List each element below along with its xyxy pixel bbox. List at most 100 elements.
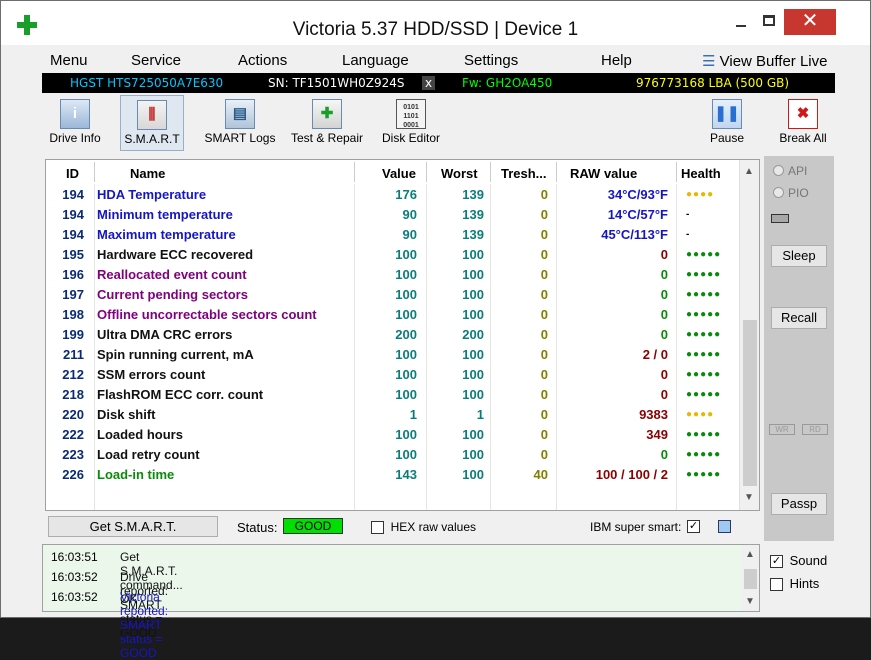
col-raw[interactable]: RAW value bbox=[570, 166, 637, 181]
minimize-button[interactable] bbox=[727, 9, 755, 35]
col-value[interactable]: Value bbox=[382, 166, 416, 181]
recall-button[interactable]: Recall bbox=[771, 307, 827, 329]
minimize-icon bbox=[736, 25, 746, 27]
hex-raw-option[interactable]: HEX raw values bbox=[371, 519, 476, 535]
table-scrollbar[interactable]: ▲ ▼ bbox=[739, 160, 759, 510]
attr-id: 199 bbox=[62, 327, 84, 342]
scroll-down-icon[interactable]: ▼ bbox=[744, 492, 754, 503]
view-buffer-button[interactable]: ☰ View Buffer Live bbox=[702, 52, 827, 70]
attr-worst: 100 bbox=[462, 427, 484, 442]
attr-threshold: 0 bbox=[540, 367, 548, 382]
attr-worst: 139 bbox=[462, 187, 484, 202]
table-row[interactable]: 197 Current pending sectors 100 100 0 0 ●●●●● bbox=[46, 284, 739, 304]
table-row[interactable]: 198 Offline uncorrectable sectors count 10… bbox=[46, 304, 739, 324]
table-row[interactable]: 199 Ultra DMA CRC errors 200 200 0 0 ●●●●● bbox=[46, 324, 739, 344]
smart-button[interactable]: ⫼ S.M.A.R.T bbox=[120, 95, 184, 151]
api-radio[interactable]: API bbox=[773, 164, 807, 178]
sound-option[interactable]: ✓ Sound bbox=[770, 553, 827, 569]
passp-button[interactable]: Passp bbox=[771, 493, 827, 515]
col-health[interactable]: Health bbox=[681, 166, 721, 181]
col-name[interactable]: Name bbox=[130, 166, 165, 181]
table-row[interactable]: 212 SSM errors count 100 100 0 0 ●●●●● bbox=[46, 364, 739, 384]
pio-radio[interactable]: PIO bbox=[773, 186, 809, 200]
attr-raw-value: 0 bbox=[660, 267, 668, 282]
attr-name: SSM errors count bbox=[97, 367, 206, 382]
table-row[interactable]: 222 Loaded hours 100 100 0 349 ●●●●● bbox=[46, 424, 739, 444]
scroll-up-icon[interactable]: ▲ bbox=[744, 166, 754, 177]
ibm-checkbox[interactable]: ✓ bbox=[687, 520, 700, 533]
pause-icon: ❚❚ bbox=[712, 99, 742, 129]
attr-id: 226 bbox=[62, 467, 84, 482]
log-scroll-up-icon[interactable]: ▲ bbox=[745, 549, 755, 560]
attr-threshold: 0 bbox=[540, 247, 548, 262]
table-row[interactable]: 195 Hardware ECC recovered 100 100 0 0 ●●●●● bbox=[46, 244, 739, 264]
attr-raw-value: 0 bbox=[660, 287, 668, 302]
menu-menu[interactable]: Menu bbox=[50, 52, 88, 69]
attr-raw-value: 0 bbox=[660, 387, 668, 402]
col-worst[interactable]: Worst bbox=[441, 166, 478, 181]
attr-raw-value: 100 / 100 / 2 bbox=[595, 467, 668, 482]
attr-threshold: 40 bbox=[533, 467, 548, 482]
menu-language[interactable]: Language bbox=[342, 52, 409, 69]
drive-close-x[interactable]: x bbox=[422, 76, 436, 90]
drive-info-button[interactable]: i Drive Info bbox=[44, 95, 106, 151]
pause-button[interactable]: ❚❚ Pause bbox=[704, 95, 750, 151]
hints-checkbox[interactable] bbox=[770, 578, 783, 592]
menu-actions[interactable]: Actions bbox=[238, 52, 287, 69]
attr-health: ●●●● bbox=[686, 409, 715, 420]
attr-id: 194 bbox=[62, 187, 84, 202]
app-window: Victoria 5.37 HDD/SSD | Device 1 ✕ Menu … bbox=[0, 0, 871, 660]
attr-worst: 100 bbox=[462, 307, 484, 322]
rd-indicator: RD bbox=[802, 424, 828, 435]
table-row[interactable]: 226 Load-in time 143 100 40 100 / 100 / 2 ●●●●… bbox=[46, 464, 739, 484]
log-scroll-down-icon[interactable]: ▼ bbox=[745, 596, 755, 607]
attr-raw-value: 0 bbox=[660, 367, 668, 382]
table-row[interactable]: 196 Reallocated event count 100 100 0 0 ●●●●● bbox=[46, 264, 739, 284]
attr-name: Reallocated event count bbox=[97, 267, 247, 282]
title-bar[interactable]: Victoria 5.37 HDD/SSD | Device 1 ✕ bbox=[1, 1, 870, 45]
log-panel: 16:03:51 Get S.M.A.R.T. command... OK 16:0… bbox=[42, 544, 760, 660]
table-row[interactable]: 194 Minimum temperature 90 139 0 14°C/57°F - bbox=[46, 204, 739, 224]
attr-id: 218 bbox=[62, 387, 84, 402]
hints-option[interactable]: Hints bbox=[770, 576, 819, 592]
smart-table: ID Name Value Worst Tresh... RAW value H… bbox=[45, 159, 760, 511]
sound-checkbox[interactable]: ✓ bbox=[770, 555, 783, 569]
menu-settings[interactable]: Settings bbox=[464, 52, 518, 69]
attr-id: 197 bbox=[62, 287, 84, 302]
attr-threshold: 0 bbox=[540, 347, 548, 362]
sleep-button[interactable]: Sleep bbox=[771, 245, 827, 267]
log-scroll-thumb[interactable] bbox=[744, 569, 757, 589]
maximize-button[interactable] bbox=[755, 9, 783, 35]
break-x-icon: ✖ bbox=[788, 99, 818, 129]
attr-id: 211 bbox=[63, 347, 84, 362]
col-thresh[interactable]: Tresh... bbox=[501, 166, 547, 181]
menu-bar: Menu Service Actions Language Settings H… bbox=[42, 47, 835, 73]
attr-worst: 100 bbox=[462, 367, 484, 382]
attr-raw-value: 14°C/57°F bbox=[607, 207, 668, 222]
disk-editor-button[interactable]: 0101 1101 0001 Disk Editor bbox=[378, 95, 444, 151]
test-repair-button[interactable]: ✚ Test & Repair bbox=[288, 95, 366, 151]
table-row[interactable]: 223 Load retry count 100 100 0 0 ●●●●● bbox=[46, 444, 739, 464]
attr-worst: 100 bbox=[462, 387, 484, 402]
col-id[interactable]: ID bbox=[66, 166, 79, 181]
color-swatch[interactable] bbox=[718, 520, 731, 533]
toolbar: i Drive Info ⫼ S.M.A.R.T ▤ SMART Logs ✚ … bbox=[42, 95, 835, 153]
attr-value: 143 bbox=[395, 467, 417, 482]
close-button[interactable]: ✕ bbox=[784, 9, 836, 35]
attr-value: 100 bbox=[395, 347, 417, 362]
log-scrollbar[interactable]: ▲ ▼ bbox=[741, 545, 759, 611]
table-row[interactable]: 194 HDA Temperature 176 139 0 34°C/93°F ●●●● bbox=[46, 184, 739, 204]
attr-worst: 100 bbox=[462, 267, 484, 282]
table-row[interactable]: 194 Maximum temperature 90 139 0 45°C/113°F - bbox=[46, 224, 739, 244]
break-all-button[interactable]: ✖ Break All bbox=[777, 95, 829, 151]
menu-service[interactable]: Service bbox=[131, 52, 181, 69]
indicator-led bbox=[771, 214, 789, 223]
table-row[interactable]: 220 Disk shift 1 1 0 9383 ●●●● bbox=[46, 404, 739, 424]
get-smart-button[interactable]: Get S.M.A.R.T. bbox=[48, 516, 218, 537]
scroll-thumb[interactable] bbox=[743, 320, 757, 486]
menu-help[interactable]: Help bbox=[601, 52, 632, 69]
smart-logs-button[interactable]: ▤ SMART Logs bbox=[202, 95, 278, 151]
hex-checkbox[interactable] bbox=[371, 521, 384, 535]
table-row[interactable]: 211 Spin running current, mA 100 100 0 2 / 0 ●… bbox=[46, 344, 739, 364]
table-row[interactable]: 218 FlashROM ECC corr. count 100 100 0 0 ●●●●● bbox=[46, 384, 739, 404]
